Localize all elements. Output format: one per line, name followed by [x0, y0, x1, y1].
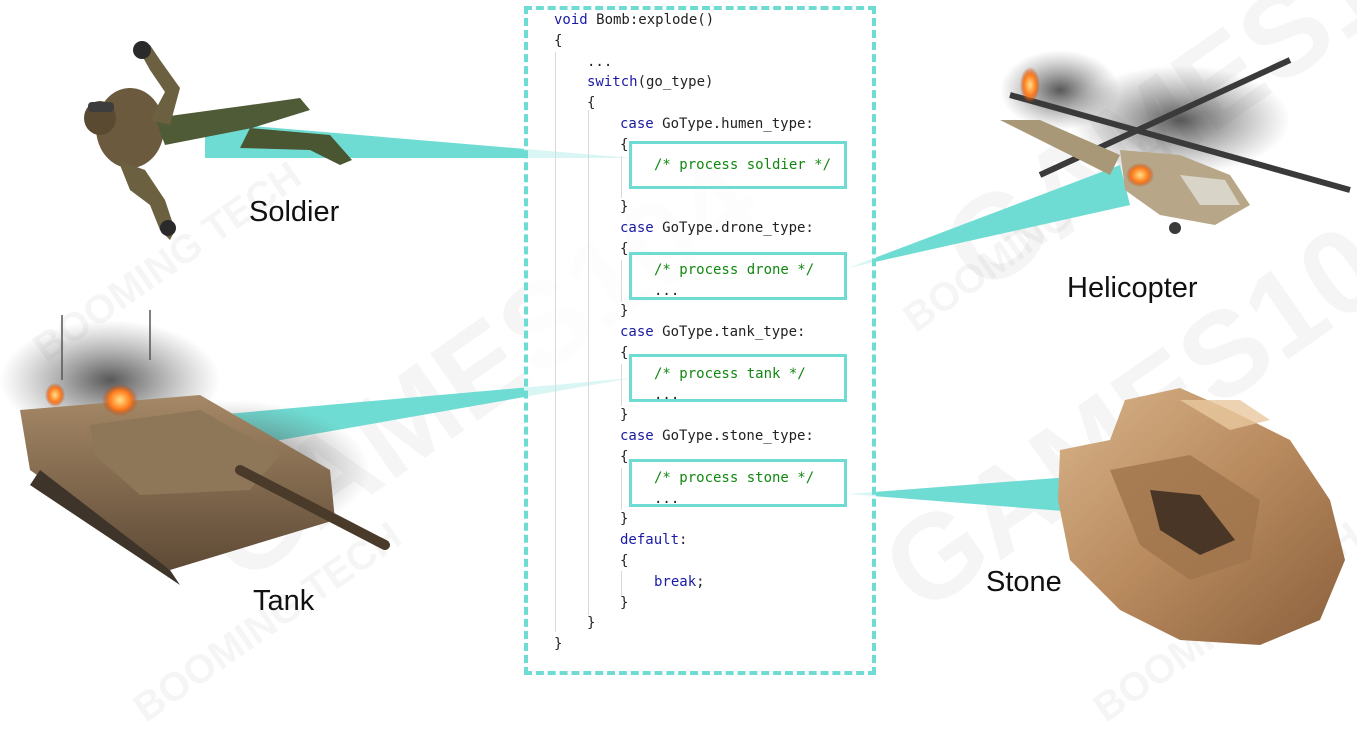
indent-guide	[621, 571, 622, 596]
code-line-20: case GoType.stone_type:	[620, 428, 814, 444]
label-soldier: Soldier	[249, 196, 340, 228]
indent-guide	[588, 110, 589, 615]
code-line-23: ...	[654, 491, 680, 507]
code-line-4: switch(go_type)	[587, 74, 714, 90]
label-helicopter: Helicopter	[1067, 272, 1198, 304]
code-line-8: /* process soldier */	[654, 157, 832, 173]
tank-illustration	[0, 310, 390, 585]
code-line-5: {	[587, 95, 596, 111]
code-line-19: }	[620, 407, 629, 423]
code-line-1: void Bomb:explode()	[554, 12, 715, 28]
label-tank: Tank	[253, 585, 315, 617]
beam-stone	[848, 477, 1075, 512]
indent-guide	[621, 156, 622, 198]
slide: GAMES104 GAMES104 GAMES104 BOOMING TECH …	[0, 0, 1357, 688]
code-line-9: }	[620, 199, 629, 215]
indent-guide	[621, 260, 622, 302]
code-line-16: {	[620, 345, 629, 361]
code-line-26: {	[620, 553, 629, 569]
code-line-6: case GoType.humen_type:	[620, 116, 814, 132]
code-line-24: }	[620, 511, 629, 527]
code-line-22: /* process stone */	[654, 470, 815, 486]
code-line-14: }	[620, 303, 629, 319]
stone-illustration	[1058, 388, 1345, 645]
code-line-7: {	[620, 137, 629, 153]
code-line-18: ...	[654, 387, 680, 403]
code-line-27: break;	[654, 574, 705, 590]
code-line-21: {	[620, 449, 629, 465]
beam-helicopter	[848, 165, 1130, 268]
code-line-11: {	[620, 241, 629, 257]
code-line-29: }	[587, 615, 596, 631]
code-line-2: {	[554, 33, 563, 49]
code-line-25: default:	[620, 532, 688, 548]
label-stone: Stone	[986, 566, 1062, 598]
code-line-10: case GoType.drone_type:	[620, 220, 814, 236]
code-line-15: case GoType.tank_type:	[620, 324, 806, 340]
code-line-28: }	[620, 595, 629, 611]
code-line-12: /* process drone */	[654, 262, 815, 278]
indent-guide	[621, 364, 622, 406]
code-line-3: ...	[587, 54, 613, 70]
code-line-30: }	[554, 636, 563, 652]
code-line-13: ...	[654, 283, 680, 299]
code-line-17: /* process tank */	[654, 366, 806, 382]
indent-guide	[555, 52, 556, 632]
indent-guide	[621, 468, 622, 510]
